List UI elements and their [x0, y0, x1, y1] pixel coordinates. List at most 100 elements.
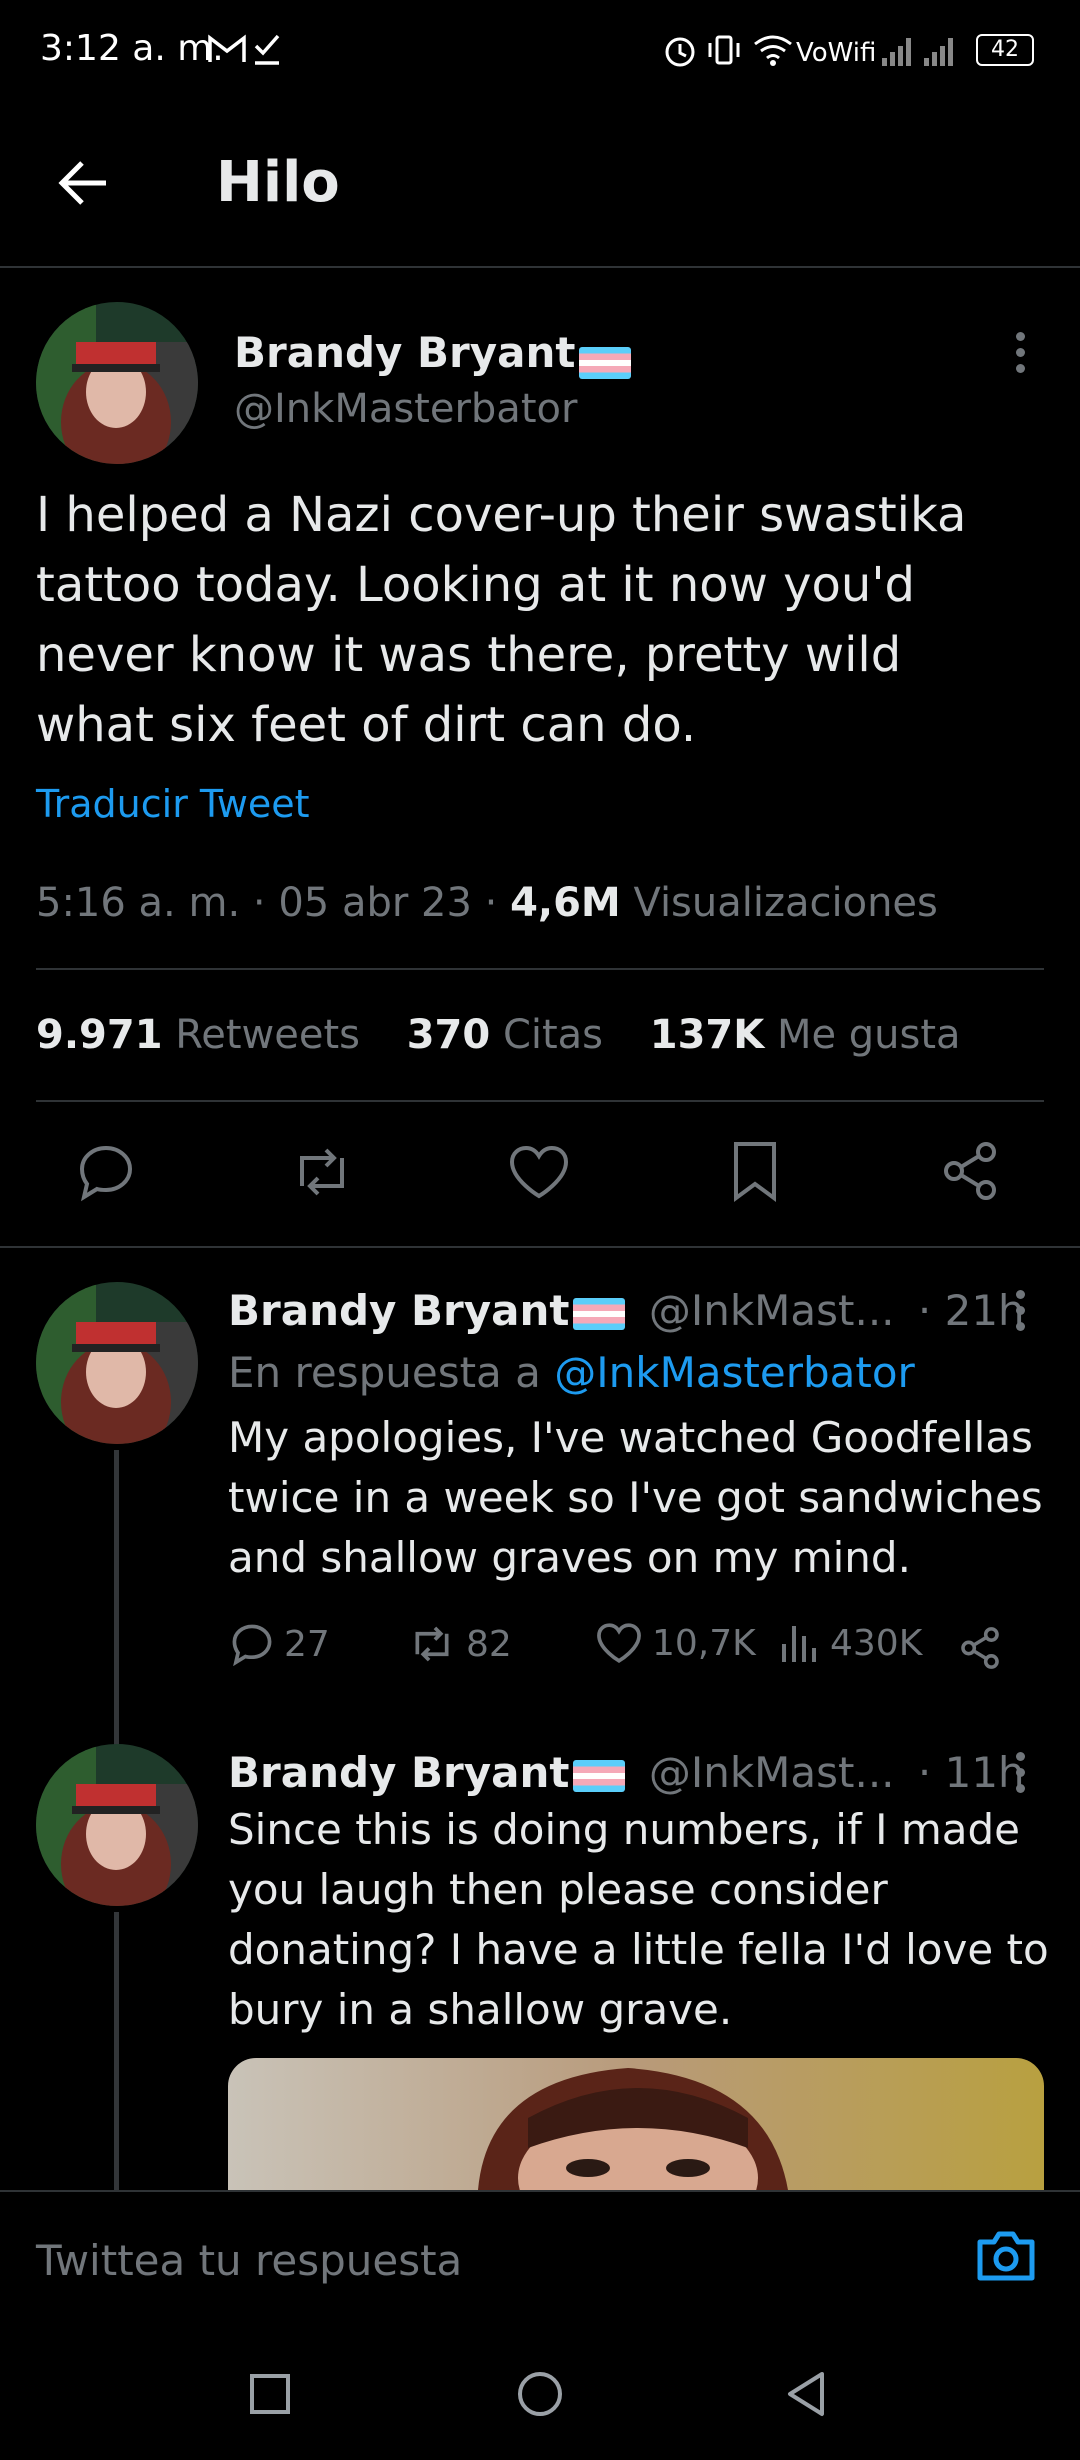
- vibrate-icon: [706, 32, 742, 68]
- tweet-meta: 5:16 a. m. · 05 abr 23 · 4,6M Visualizac…: [36, 880, 938, 926]
- battery-icon: 42: [976, 34, 1034, 66]
- view-count[interactable]: 430K: [780, 1622, 922, 1664]
- heart-icon: [597, 1623, 641, 1663]
- battery-level: 42: [991, 37, 1019, 62]
- views-icon: [782, 1626, 816, 1662]
- display-name[interactable]: Brandy Bryant: [228, 1748, 569, 1797]
- trans-flag-icon: [573, 1759, 626, 1792]
- views-count: 4,6M: [510, 880, 621, 926]
- retweets-label: Retweets: [175, 1012, 360, 1058]
- reply-time: · 11h: [917, 1748, 1025, 1797]
- author-handle[interactable]: @InkMasterbator: [234, 386, 577, 432]
- action-bar: [0, 1134, 1080, 1214]
- tweet-date: 05 abr 23: [278, 880, 472, 926]
- tweet-text-line: never know it was there, pretty wild: [36, 627, 902, 683]
- thread-line: [114, 1912, 119, 2190]
- tweet-time: 5:16 a. m.: [36, 880, 241, 926]
- divider: [36, 1100, 1044, 1102]
- tweet-text-line: tattoo today. Looking at it now you'd: [36, 557, 915, 613]
- compose-bar: Twittea tu respuesta: [0, 2190, 1080, 2328]
- reply-count-value: 27: [284, 1623, 330, 1665]
- view-count-value: 430K: [830, 1622, 923, 1664]
- retweet-count[interactable]: 82: [408, 1622, 512, 1666]
- views-label[interactable]: Visualizaciones: [633, 880, 937, 926]
- author-handle[interactable]: @InkMast...: [649, 1286, 895, 1335]
- like-count-value: 10,7K: [652, 1622, 756, 1664]
- likes-stat[interactable]: 137K Me gusta: [650, 1012, 961, 1058]
- thread-line: [114, 1450, 119, 1750]
- retweet-icon: [415, 1626, 449, 1662]
- engagement-stats: 9.971 Retweets 370 Citas 137K Me gusta: [36, 1012, 961, 1058]
- divider: [0, 1246, 1080, 1248]
- reply-to-link[interactable]: @InkMasterbator: [554, 1348, 915, 1397]
- header: Hilo: [0, 110, 1080, 266]
- status-bar: 3:12 a. m. VoWifi 42: [0, 0, 1080, 100]
- reply-text-line: donating? I have a little fella I'd love…: [228, 1925, 1049, 1974]
- retweets-stat[interactable]: 9.971 Retweets: [36, 1012, 360, 1058]
- back-arrow-icon[interactable]: [56, 158, 110, 208]
- reply-text: Since this is doing numbers, if I made y…: [228, 1800, 1058, 2040]
- heart-icon[interactable]: [508, 1144, 570, 1200]
- reply-prefix: En respuesta a: [228, 1348, 541, 1397]
- quotes-label: Citas: [502, 1012, 604, 1058]
- translate-link[interactable]: Traducir Tweet: [36, 782, 310, 826]
- retweet-count-value: 82: [466, 1623, 512, 1665]
- meta-dot: ·: [252, 880, 279, 926]
- tweet-text-line: I helped a Nazi cover-up their swastika: [36, 487, 967, 543]
- reply-header: Brandy Bryant @InkMast... · 11h: [228, 1748, 1025, 1797]
- avatar[interactable]: [36, 1744, 198, 1906]
- media-image[interactable]: [228, 2058, 1044, 2190]
- reply-text-line: and shallow graves on my mind.: [228, 1533, 911, 1582]
- share-icon[interactable]: [958, 1626, 1002, 1670]
- reply-text-line: twice in a week so I've got sandwiches: [228, 1473, 1043, 1522]
- likes-label: Me gusta: [776, 1012, 961, 1058]
- trans-flag-icon: [579, 346, 632, 379]
- avatar[interactable]: [36, 302, 198, 464]
- reply-context: En respuesta a @InkMasterbator: [228, 1348, 915, 1397]
- alarm-icon: [662, 32, 698, 68]
- bookmark-icon[interactable]: [730, 1140, 780, 1202]
- reply-time: · 21h: [917, 1286, 1025, 1335]
- quotes-stat[interactable]: 370 Citas: [407, 1012, 603, 1058]
- gmail-icon: [208, 34, 246, 64]
- download-done-icon: [252, 32, 282, 66]
- reply-text: My apologies, I've watched Goodfellas tw…: [228, 1408, 1058, 1588]
- comment-icon: [232, 1624, 272, 1666]
- display-name[interactable]: Brandy Bryant: [228, 1286, 569, 1335]
- home-icon[interactable]: [516, 2370, 564, 2418]
- camera-icon[interactable]: [976, 2228, 1036, 2282]
- reply-text-line: My apologies, I've watched Goodfellas: [228, 1413, 1033, 1462]
- reply-text-line: Since this is doing numbers, if I made: [228, 1805, 1020, 1854]
- network-label: VoWifi: [796, 38, 877, 68]
- retweets-count: 9.971: [36, 1012, 163, 1058]
- system-nav-bar: [0, 2326, 1080, 2460]
- reply-text-line: bury in a shallow grave.: [228, 1985, 733, 2034]
- share-icon[interactable]: [940, 1140, 1000, 1202]
- meta-dot: ·: [484, 880, 511, 926]
- reply-text-line: you laugh then please consider: [228, 1865, 888, 1914]
- comment-icon[interactable]: [76, 1142, 136, 1202]
- tweet-text-line: what six feet of dirt can do.: [36, 697, 697, 753]
- display-name: Brandy Bryant: [234, 328, 576, 377]
- avatar[interactable]: [36, 1282, 198, 1444]
- page-title: Hilo: [216, 150, 340, 215]
- header-divider: [0, 266, 1080, 268]
- reply-input[interactable]: Twittea tu respuesta: [36, 2236, 462, 2285]
- divider: [36, 968, 1044, 970]
- retweet-icon[interactable]: [290, 1142, 354, 1202]
- like-count[interactable]: 10,7K: [596, 1622, 756, 1664]
- more-icon[interactable]: [1016, 1752, 1028, 1800]
- quotes-count: 370: [406, 1012, 491, 1058]
- recents-icon[interactable]: [248, 2372, 292, 2416]
- back-icon[interactable]: [784, 2370, 828, 2418]
- author-handle[interactable]: @InkMast...: [649, 1748, 895, 1797]
- more-icon[interactable]: [1016, 332, 1028, 380]
- reply-header: Brandy Bryant @InkMast... · 21h: [228, 1286, 1025, 1335]
- more-icon[interactable]: [1016, 1290, 1028, 1338]
- author-name[interactable]: Brandy Bryant: [234, 328, 632, 379]
- trans-flag-icon: [573, 1297, 626, 1330]
- likes-count: 137K: [649, 1012, 765, 1058]
- signal-icon: [880, 30, 960, 70]
- wifi-icon: [752, 32, 794, 68]
- reply-count[interactable]: 27: [230, 1622, 330, 1666]
